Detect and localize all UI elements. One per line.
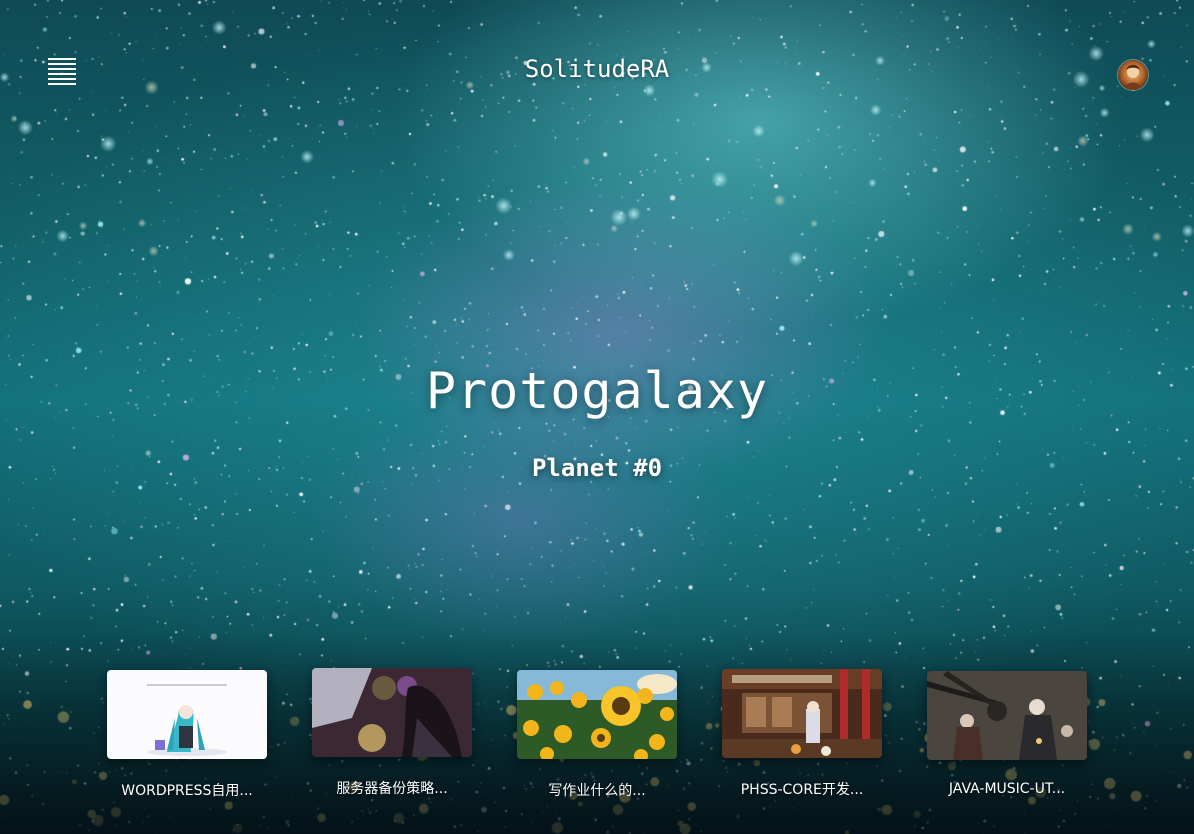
avatar-icon xyxy=(1118,60,1148,90)
user-avatar[interactable] xyxy=(1118,60,1148,90)
hero-background: SolitudeRA Protogalaxy Planet #0 WORDPRE… xyxy=(0,0,1194,834)
hero-title: Protogalaxy xyxy=(425,362,769,420)
post-card[interactable]: WORDPRESS自用... xyxy=(107,670,267,800)
post-card[interactable]: 服务器备份策略... xyxy=(312,668,472,798)
post-title[interactable]: JAVA-MUSIC-UT... xyxy=(917,781,1097,797)
post-title[interactable]: 服务器备份策略... xyxy=(302,778,482,798)
post-thumbnail[interactable] xyxy=(107,670,267,759)
post-thumbnail[interactable] xyxy=(927,671,1087,760)
hamburger-menu-icon xyxy=(48,58,78,85)
site-title[interactable]: SolitudeRA xyxy=(525,55,670,83)
post-card[interactable]: PHSS-CORE开发... xyxy=(722,669,882,799)
hero-subtitle: Planet #0 xyxy=(531,454,663,482)
post-thumbnail[interactable] xyxy=(722,669,882,758)
post-title[interactable]: PHSS-CORE开发... xyxy=(712,779,892,799)
post-thumbnail[interactable] xyxy=(517,670,677,759)
post-title[interactable]: 写作业什么的... xyxy=(507,780,687,800)
menu-button[interactable] xyxy=(48,58,78,85)
post-title[interactable]: WORDPRESS自用... xyxy=(97,780,277,800)
post-thumbnail[interactable] xyxy=(312,668,472,757)
post-card[interactable]: JAVA-MUSIC-UT... xyxy=(927,671,1087,797)
post-card[interactable]: 写作业什么的... xyxy=(517,670,677,800)
